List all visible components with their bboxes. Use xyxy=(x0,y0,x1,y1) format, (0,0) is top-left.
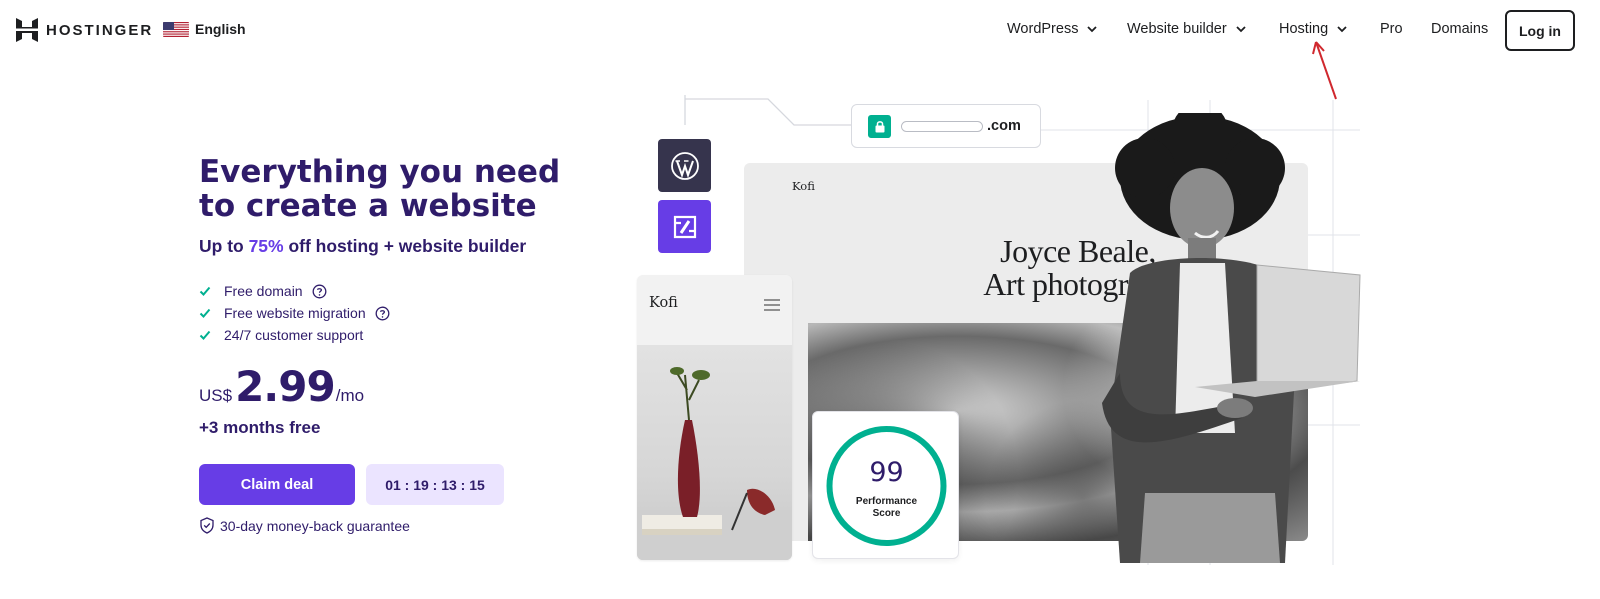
performance-label-line1: Performance xyxy=(855,496,918,507)
feature-label: 24/7 customer support xyxy=(224,327,364,343)
price-display: US$ 2.99 /mo xyxy=(199,362,364,411)
feature-label: Free domain xyxy=(224,283,303,299)
login-button[interactable]: Log in xyxy=(1505,10,1575,51)
check-icon xyxy=(199,286,211,296)
performance-score-value: 99 xyxy=(869,457,904,488)
nav-pro[interactable]: Pro xyxy=(1380,21,1403,37)
nav-pro-label: Pro xyxy=(1380,21,1403,37)
nav-domains-label: Domains xyxy=(1431,21,1489,37)
money-back-guarantee: 30-day money-back guarantee xyxy=(199,517,410,534)
nav-website-builder-label: Website builder xyxy=(1127,21,1227,37)
countdown-timer: 01 : 19 : 13 : 15 xyxy=(366,464,504,505)
url-tld: .com xyxy=(987,118,1021,134)
subtitle-prefix: Up to xyxy=(199,236,249,256)
performance-score-card: 99 Performance Score xyxy=(812,411,959,559)
feature-item: Free domain xyxy=(199,280,390,302)
price-period: /mo xyxy=(335,386,365,405)
site-brand: Kofi xyxy=(792,179,815,193)
check-icon xyxy=(199,330,211,340)
url-placeholder xyxy=(901,120,983,132)
hostinger-logo-icon xyxy=(16,18,38,42)
hamburger-menu-icon xyxy=(764,299,780,311)
wordpress-icon xyxy=(658,139,711,192)
claim-deal-button[interactable]: Claim deal xyxy=(199,464,355,505)
top-nav-bar: HOSTINGER English WordPress Website buil… xyxy=(0,0,1600,60)
hero-illustration: .com Kofi Joyce Beale, Art photograph Ko… xyxy=(637,95,1400,599)
us-flag-icon xyxy=(163,21,189,37)
hostinger-logo[interactable]: HOSTINGER xyxy=(16,18,153,42)
guarantee-label: 30-day money-back guarantee xyxy=(220,517,410,534)
feature-list: Free domain Free website migration 24/7 … xyxy=(199,280,390,346)
annotation-arrow-icon xyxy=(1312,41,1337,100)
help-circle-icon[interactable] xyxy=(312,284,327,299)
mobile-photo xyxy=(637,345,792,560)
lock-icon xyxy=(868,114,891,138)
chevron-down-icon xyxy=(1087,26,1098,33)
brand-name: HOSTINGER xyxy=(46,21,154,39)
price-currency: US$ xyxy=(199,386,233,405)
chevron-down-icon xyxy=(1337,26,1347,33)
performance-score-label: Performance Score xyxy=(813,496,960,520)
price-value: 2.99 xyxy=(235,362,336,411)
nav-hosting[interactable]: Hosting xyxy=(1279,21,1348,37)
nav-hosting-label: Hosting xyxy=(1279,21,1329,37)
check-icon xyxy=(199,308,211,318)
nav-domains[interactable]: Domains xyxy=(1431,21,1488,37)
language-label: English xyxy=(195,21,246,37)
help-circle-icon[interactable] xyxy=(375,306,390,321)
feature-item: Free website migration xyxy=(199,302,390,324)
mobile-preview: Kofi xyxy=(637,275,792,560)
chevron-down-icon xyxy=(1236,26,1246,33)
bonus-offer: +3 months free xyxy=(199,418,321,437)
hero-title: Everything you need to create a website xyxy=(199,154,561,224)
nav-wordpress-label: WordPress xyxy=(1007,21,1079,37)
website-builder-icon xyxy=(658,200,711,253)
url-bar: .com xyxy=(851,104,1041,148)
language-selector[interactable]: English xyxy=(163,21,246,37)
feature-label: Free website migration xyxy=(224,305,366,321)
hero-subtitle: Up to 75% off hosting + website builder xyxy=(199,236,526,257)
shield-check-icon xyxy=(200,517,214,534)
subtitle-suffix: off hosting + website builder xyxy=(283,236,527,256)
laptop-image xyxy=(1195,264,1361,397)
performance-label-line2: Score xyxy=(872,508,901,519)
nav-website-builder[interactable]: Website builder xyxy=(1127,21,1247,37)
nav-wordpress[interactable]: WordPress xyxy=(1007,21,1098,37)
mobile-brand: Kofi xyxy=(649,295,678,311)
subtitle-discount: 75% xyxy=(248,236,284,256)
feature-item: 24/7 customer support xyxy=(199,324,390,346)
